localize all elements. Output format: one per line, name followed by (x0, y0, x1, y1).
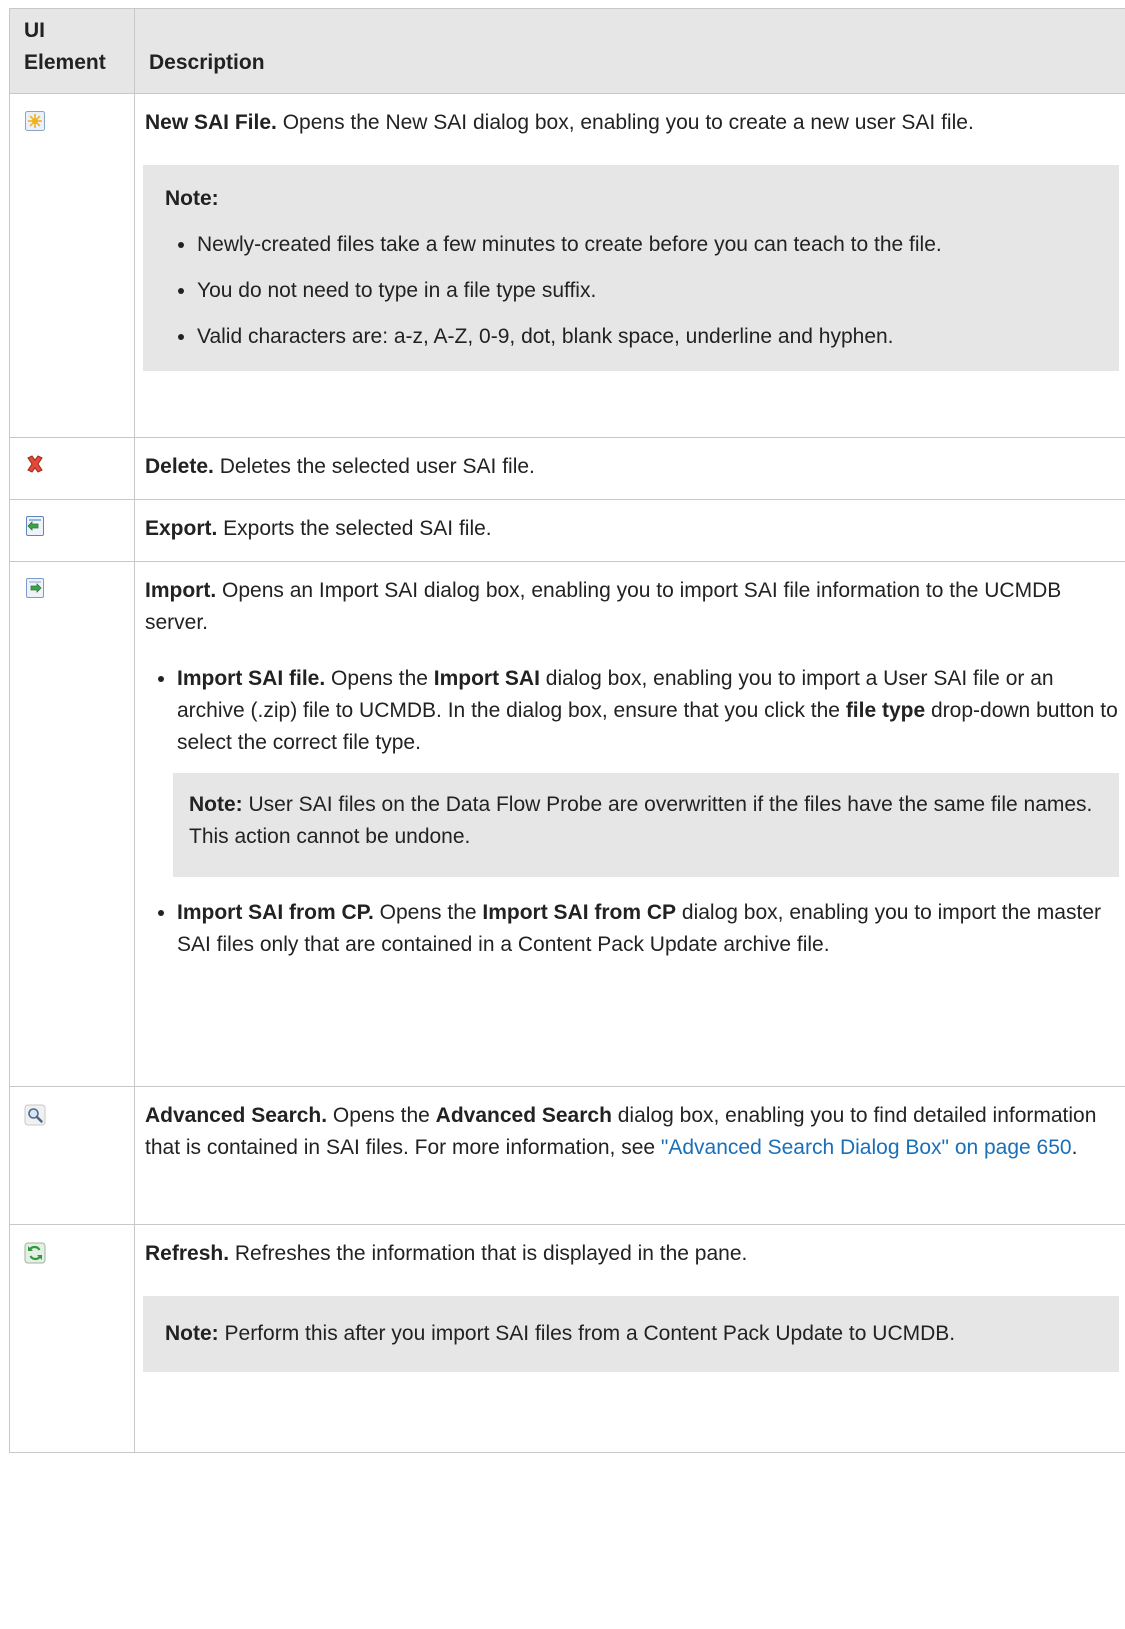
export-text: Exports the selected SAI file. (217, 517, 492, 540)
new-sai-text: Opens the New SAI dialog box, enabling y… (276, 111, 974, 134)
description-cell: Delete. Deletes the selected user SAI fi… (134, 437, 1125, 500)
list-item: Valid characters are: a-z, A-Z, 0-9, dot… (197, 321, 1099, 353)
export-icon[interactable] (24, 515, 46, 537)
description-cell: Import. Opens an Import SAI dialog box, … (134, 561, 1125, 1087)
icon-cell (9, 1224, 135, 1453)
table-row-export: Export. Exports the selected SAI file. (9, 499, 1125, 562)
note-title: Note: (189, 793, 243, 816)
note-box: Note: User SAI files on the Data Flow Pr… (173, 773, 1119, 877)
icon-cell (9, 437, 135, 500)
icon-cell (9, 499, 135, 562)
delete-text: Deletes the selected user SAI file. (213, 455, 535, 478)
text-run: Opens the (373, 901, 483, 924)
delete-title: Delete. (145, 455, 214, 478)
note-list: Newly-created files take a few minutes t… (165, 229, 1099, 353)
import-description: Import. Opens an Import SAI dialog box, … (145, 575, 1119, 639)
note-text: Perform this after you import SAI files … (218, 1322, 956, 1345)
table-row-refresh: Refresh. Refreshes the information that … (9, 1224, 1125, 1453)
icon-cell (9, 1086, 135, 1225)
table-row-import: Import. Opens an Import SAI dialog box, … (9, 561, 1125, 1087)
refresh-icon[interactable] (24, 1242, 46, 1264)
refresh-text: Refreshes the information that is displa… (229, 1242, 748, 1265)
delete-description: Delete. Deletes the selected user SAI fi… (145, 451, 1119, 483)
refresh-title: Refresh. (145, 1242, 230, 1265)
advanced-search-dialog-link[interactable]: "Advanced Search Dialog Box" on page 650 (661, 1136, 1072, 1159)
description-cell: Refresh. Refreshes the information that … (134, 1224, 1125, 1453)
export-title: Export. (145, 517, 218, 540)
header-description: Description (134, 8, 1125, 94)
description-cell: Advanced Search. Opens the Advanced Sear… (134, 1086, 1125, 1225)
text-run: Opens the (327, 1104, 436, 1127)
magnifier-icon[interactable] (24, 1104, 46, 1126)
icon-cell (9, 561, 135, 1087)
delete-x-icon[interactable] (24, 453, 46, 475)
note-title: Note: (165, 1322, 219, 1345)
bold-run: file type (845, 699, 926, 722)
bold-run: Advanced Search (435, 1104, 612, 1127)
export-description: Export. Exports the selected SAI file. (145, 513, 1119, 545)
import-icon[interactable] (24, 577, 46, 599)
note-box: Note: Perform this after you import SAI … (143, 1296, 1119, 1372)
header-ui-element: UI Element (9, 8, 135, 94)
import-text: Opens an Import SAI dialog box, enabling… (145, 579, 1062, 634)
import-title: Import. (145, 579, 217, 602)
note-text: User SAI files on the Data Flow Probe ar… (189, 793, 1093, 848)
list-item: Import SAI from CP. Opens the Import SAI… (177, 897, 1119, 961)
import-sai-file-title: Import SAI file. (177, 667, 326, 690)
advanced-search-description: Advanced Search. Opens the Advanced Sear… (145, 1100, 1119, 1164)
description-cell: New SAI File. Opens the New SAI dialog b… (134, 93, 1125, 438)
advanced-search-title: Advanced Search. (145, 1104, 328, 1127)
icon-cell (9, 93, 135, 438)
list-item: You do not need to type in a file type s… (197, 275, 1099, 307)
list-item: Import SAI file. Opens the Import SAI di… (173, 663, 1119, 877)
import-sai-from-cp-title: Import SAI from CP. (177, 901, 374, 924)
text-run: . (1071, 1136, 1078, 1159)
bold-run: Import SAI from CP (482, 901, 677, 924)
table-row-delete: Delete. Deletes the selected user SAI fi… (9, 437, 1125, 500)
list-item: Newly-created files take a few minutes t… (197, 229, 1099, 261)
new-sai-title: New SAI File. (145, 111, 277, 134)
import-options-list: Import SAI file. Opens the Import SAI di… (145, 663, 1119, 961)
description-cell: Export. Exports the selected SAI file. (134, 499, 1125, 562)
bold-run: Import SAI (433, 667, 540, 690)
refresh-description: Refresh. Refreshes the information that … (145, 1238, 1119, 1270)
ui-elements-table: UI Element Description New SAI File. Ope… (9, 8, 1125, 1453)
text-run: Opens the (325, 667, 434, 690)
table-row-advanced-search: Advanced Search. Opens the Advanced Sear… (9, 1086, 1125, 1225)
note-box: Note: Newly-created files take a few min… (143, 165, 1119, 371)
table-header-row: UI Element Description (9, 8, 1125, 94)
new-file-star-icon[interactable] (24, 110, 46, 132)
new-sai-description: New SAI File. Opens the New SAI dialog b… (145, 107, 1119, 139)
note-title: Note: (165, 187, 219, 210)
table-row-new-sai-file: New SAI File. Opens the New SAI dialog b… (9, 93, 1125, 438)
